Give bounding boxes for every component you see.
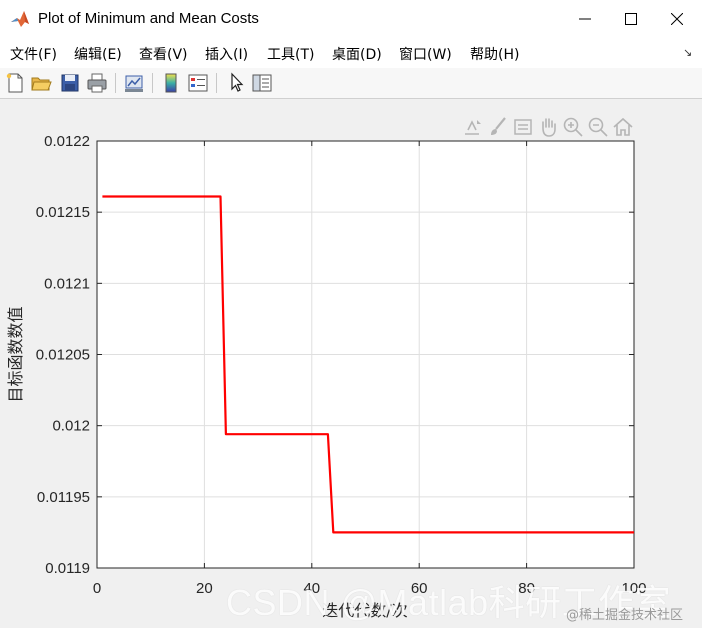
axes-pan-button[interactable] <box>537 116 559 138</box>
y-tick-label: 0.0119 <box>45 560 90 577</box>
axes-export-button[interactable] <box>462 116 484 138</box>
data-tips-icon <box>514 119 532 135</box>
axes-data-tips-button[interactable] <box>512 116 534 138</box>
y-tick-label: 0.01205 <box>36 347 90 364</box>
export-icon <box>465 120 481 135</box>
brush-icon <box>491 117 506 135</box>
axes-zoom-out-button[interactable] <box>587 116 609 138</box>
axes-brush-button[interactable] <box>487 116 509 138</box>
y-tick-label: 0.01195 <box>37 489 90 506</box>
line-plot: 0 20 40 60 80 100 0.01190.011950.0120.012050.… <box>6 133 647 620</box>
y-tick-labels: 0.0119 0.01195 0.012 0.01205 0.0121 0.01215 0.… <box>36 133 90 577</box>
zoom-in-icon <box>563 117 583 137</box>
x-tick-label: 0 <box>93 580 101 597</box>
home-icon <box>613 117 633 136</box>
y-axis-label: 目标函数数值 <box>6 306 25 402</box>
zoom-out-icon <box>588 117 608 137</box>
x-tick-label: 20 <box>196 580 213 597</box>
y-tick-label: 0.01215 <box>36 204 90 221</box>
axes-zoom-in-button[interactable] <box>562 116 584 138</box>
axes-home-button[interactable] <box>612 116 634 138</box>
y-tick-label: 0.012 <box>52 418 90 435</box>
y-tick-label: 0.0122 <box>44 133 90 150</box>
y-tick-label: 0.0121 <box>44 275 90 292</box>
watermark-secondary: @稀土掘金技术社区 <box>566 608 684 623</box>
pan-icon <box>542 118 556 137</box>
